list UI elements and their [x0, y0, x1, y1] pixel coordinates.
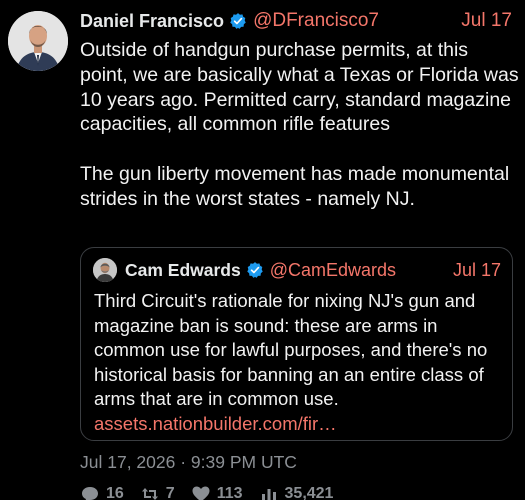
- views-chart-icon: [261, 489, 276, 500]
- quoted-author-name[interactable]: Cam Edwards: [125, 260, 241, 281]
- quoted-author-handle[interactable]: @CamEdwards: [270, 260, 396, 281]
- quoted-tweet[interactable]: Cam Edwards @CamEdwards Jul 17 Third Cir…: [80, 247, 513, 441]
- quoted-tweet-header: Cam Edwards @CamEdwards Jul 17: [93, 258, 501, 282]
- like-button[interactable]: 113: [191, 484, 243, 500]
- quoted-tweet-link[interactable]: assets.nationbuilder.com/fir…: [94, 413, 337, 434]
- quoted-tweet-text: Third Circuit's rationale for nixing NJ'…: [94, 289, 504, 436]
- reply-button[interactable]: 16: [80, 484, 124, 500]
- retweet-button[interactable]: 7: [140, 484, 175, 500]
- verified-badge-icon: [230, 13, 246, 29]
- retweet-count: 7: [165, 485, 175, 500]
- author-avatar[interactable]: [8, 11, 68, 71]
- tweet: Daniel Francisco @DFrancisco7 Jul 17 Out…: [0, 0, 525, 500]
- author-handle[interactable]: @DFrancisco7: [253, 10, 379, 32]
- tweet-text: Outside of handgun purchase permits, at …: [80, 38, 520, 212]
- tweet-timestamp[interactable]: Jul 17, 2026 · 9:39 PM UTC: [80, 452, 297, 473]
- reply-count: 16: [106, 485, 124, 500]
- quoted-author-avatar[interactable]: [93, 258, 117, 282]
- reply-icon: [82, 487, 98, 500]
- view-count: 35,421: [284, 485, 334, 500]
- tweet-stats: 16 7 113 35,421: [80, 484, 333, 500]
- like-count: 113: [216, 485, 243, 500]
- quoted-avatar-image: [93, 258, 117, 282]
- quoted-tweet-body: Third Circuit's rationale for nixing NJ'…: [94, 290, 488, 409]
- tweet-paragraph-1: Outside of handgun purchase permits, at …: [80, 39, 519, 136]
- retweet-icon: [141, 488, 158, 500]
- tweet-paragraph-2: The gun liberty movement has made monume…: [80, 162, 510, 210]
- quoted-tweet-date[interactable]: Jul 17: [453, 260, 501, 281]
- tweet-date[interactable]: Jul 17: [461, 10, 512, 32]
- author-name[interactable]: Daniel Francisco: [80, 11, 224, 32]
- quoted-verified-badge-icon: [247, 262, 263, 278]
- tweet-header: Daniel Francisco @DFrancisco7 Jul 17: [80, 9, 512, 33]
- avatar-image: [8, 11, 68, 71]
- views-button[interactable]: 35,421: [259, 484, 334, 500]
- heart-icon: [192, 486, 210, 500]
